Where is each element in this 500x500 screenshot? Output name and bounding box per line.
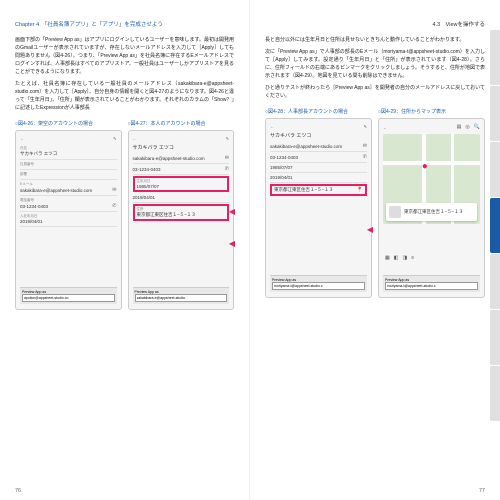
preview-bar: Preview App as: [270, 275, 367, 292]
edit-icon[interactable]: ✎: [113, 136, 116, 141]
layers-icon[interactable]: ▤: [457, 124, 462, 130]
phone-mockup: ←✎ 氏名サカキバラ エツコ 社員番号 部署 Eメールsakakibara-e@…: [15, 130, 122, 310]
right-page: 4.3 Viewを操作する 長と自分以外には生年月日と住所は見せないときちんと動…: [250, 0, 500, 500]
phone-icon[interactable]: ✆: [363, 154, 367, 160]
phone-mockup: ← ▤◎ 🔍 ● 東京都江東区住吉１−５−１３ ▦ ◧◨ ≡ Preview App …: [378, 118, 485, 298]
arrow-icon: ◀: [367, 225, 373, 234]
para-3: ひと通りテストが終わったら［Preview App as］を開発者の自分のメール…: [265, 84, 485, 100]
edit-icon[interactable]: ✎: [364, 124, 367, 129]
preview-input[interactable]: [135, 294, 228, 302]
fig-caption: ○図4-26：架空のアカウントの場合: [15, 120, 122, 127]
tab-chapter7[interactable]: [490, 366, 500, 421]
back-icon[interactable]: ←: [133, 136, 137, 141]
fig-caption: ○図4-27：本人のアカウントの場合: [128, 120, 235, 127]
phone-icon[interactable]: ✆: [112, 203, 116, 209]
highlight-address: 東京都江東区住吉１−５−１３📍: [270, 184, 367, 196]
back-icon[interactable]: ←: [270, 124, 274, 129]
para-1: 画面下部の「Preview App as」はアプリにログインしているユーザーを意…: [15, 36, 234, 76]
figures-row: ○図4-28：人事部長アカウントの場合 ←✎ サカキバラ エツコ sakakib…: [265, 108, 485, 298]
para-2: たとえば、社員名簿に存在している一般社員のメールアドレス（sakakibara-…: [15, 80, 234, 112]
para-1: 長と自分以外には生年月日と住所は見せないときちんと動作していることがわかります。: [265, 36, 485, 44]
nav-icon[interactable]: ◨: [402, 255, 407, 261]
avatar: [389, 206, 401, 218]
arrow-icon: ◀: [229, 239, 235, 248]
nav-icon[interactable]: ◧: [394, 255, 399, 261]
map-pin-icon[interactable]: ●: [422, 161, 428, 172]
map-view[interactable]: ● 東京都江東区住吉１−５−１３: [383, 134, 480, 224]
preview-input[interactable]: [385, 282, 478, 290]
figures-row: ○図4-26：架空のアカウントの場合 ←✎ 氏名サカキバラ エツコ 社員番号 部…: [15, 120, 234, 310]
fig-caption: ○図4-28：人事部長アカウントの場合: [265, 108, 372, 115]
side-tabs: [490, 30, 500, 422]
mail-icon[interactable]: ✉: [112, 187, 116, 193]
mail-icon[interactable]: ✉: [363, 143, 367, 149]
pin-icon[interactable]: 📍: [357, 187, 363, 193]
back-icon[interactable]: ←: [20, 136, 24, 141]
tab-chapter2[interactable]: [490, 86, 500, 141]
preview-bar: Preview App as: [133, 287, 230, 304]
phone-icon[interactable]: ✆: [225, 166, 229, 172]
edit-icon[interactable]: ✎: [226, 136, 229, 141]
back-icon[interactable]: ←: [383, 125, 387, 130]
figure-4-27: ○図4-27：本人のアカウントの場合 ←✎ サカキバラ エツコ sakakiba…: [128, 120, 235, 310]
figure-4-29: ○図4-29：住所からマップ表示 ← ▤◎ 🔍 ● 東京都江東区住吉１−５−１３ …: [378, 108, 485, 298]
page-number: 76: [15, 488, 21, 494]
left-page: Chapter 4 「社員名簿アプリ」と「アプリ」を完成させよう 画面下部の「P…: [0, 0, 250, 500]
tab-chapter6[interactable]: [490, 310, 500, 365]
tab-chapter5[interactable]: [490, 254, 500, 309]
mail-icon[interactable]: ✉: [225, 155, 229, 161]
highlight-address: 住所東京都江東区住吉１−５−１３: [133, 204, 230, 221]
nav-icon[interactable]: ≡: [411, 255, 414, 261]
page-number: 77: [479, 488, 485, 494]
figure-4-28: ○図4-28：人事部長アカウントの場合 ←✎ サカキバラ エツコ sakakib…: [265, 108, 372, 298]
location-icon[interactable]: ◎: [465, 124, 469, 130]
fig-caption: ○図4-29：住所からマップ表示: [378, 108, 485, 115]
preview-input[interactable]: [272, 282, 365, 290]
preview-input[interactable]: [22, 294, 115, 302]
tab-chapter4[interactable]: [490, 198, 500, 253]
para-2: 次に「Preview App as」で人事部の部長のEメール（moriyama-…: [265, 48, 485, 80]
highlight-birthday: 生年月日1985/07/07: [133, 176, 230, 192]
search-icon[interactable]: 🔍: [474, 124, 480, 130]
tab-chapter1[interactable]: [490, 30, 500, 85]
preview-bar: Preview App as: [20, 287, 117, 304]
phone-mockup: ←✎ サカキバラ エツコ sakakibara-e@appsheet-studi…: [128, 130, 235, 310]
preview-bar: Preview App as: [383, 275, 480, 292]
figure-4-26: ○図4-26：架空のアカウントの場合 ←✎ 氏名サカキバラ エツコ 社員番号 部…: [15, 120, 122, 310]
section-header: 4.3 Viewを操作する: [265, 20, 485, 28]
nav-icon[interactable]: ▦: [385, 255, 390, 261]
arrow-icon: ◀: [229, 207, 235, 216]
chapter-header: Chapter 4 「社員名簿アプリ」と「アプリ」を完成させよう: [15, 20, 234, 28]
tab-chapter3[interactable]: [490, 142, 500, 197]
map-info-card[interactable]: 東京都江東区住吉１−５−１３: [386, 203, 477, 221]
phone-mockup: ←✎ サカキバラ エツコ sakakibara-e@appsheet-studi…: [265, 118, 372, 298]
